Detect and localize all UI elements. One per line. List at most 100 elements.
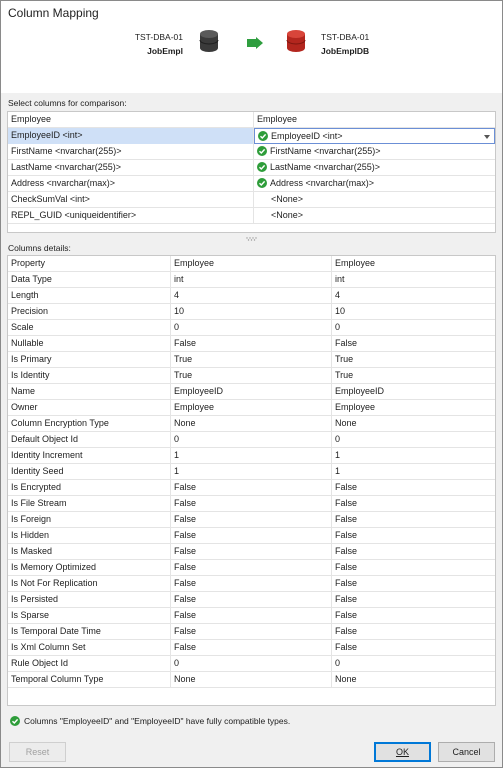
- property-name-cell: Rule Object Id: [8, 656, 171, 672]
- target-value-cell: True: [335, 370, 354, 380]
- property-name-cell: Is Hidden: [8, 528, 171, 544]
- splitter-grip[interactable]: [245, 237, 259, 241]
- property-name-cell: Temporal Column Type: [8, 672, 171, 688]
- details-row: Nullable False False: [8, 336, 495, 352]
- target-column-label: <None>: [271, 210, 304, 220]
- check-circle-icon: [257, 177, 267, 188]
- target-value-cell: 0: [335, 434, 341, 444]
- target-column-select[interactable]: <None>: [254, 192, 495, 208]
- source-column-cell[interactable]: CheckSumVal <int>: [8, 192, 254, 208]
- target-value-cell: 1: [335, 450, 341, 460]
- property-name-cell: Is Memory Optimized: [8, 560, 171, 576]
- arrow-right-icon: [247, 37, 263, 49]
- details-row: Is Not For Replication False False: [8, 576, 495, 592]
- details-row: Name EmployeeID EmployeeID: [8, 384, 495, 400]
- mapping-row[interactable]: CheckSumVal <int> <None>: [8, 192, 495, 208]
- details-row: Data Type int int: [8, 272, 495, 288]
- status-message: Columns "EmployeeID" and "EmployeeID" ha…: [10, 715, 290, 726]
- source-server: TST-DBA-01: [134, 32, 183, 42]
- details-row: Rule Object Id 0 0: [8, 656, 495, 672]
- mapping-row[interactable]: EmployeeID <int> EmployeeID <int>: [8, 128, 495, 144]
- details-row: Column Encryption Type None None: [8, 416, 495, 432]
- mapping-row[interactable]: LastName <nvarchar(255)> LastName <nvarch…: [8, 160, 495, 176]
- source-value-cell: False: [171, 512, 332, 528]
- property-name-cell: Length: [8, 288, 171, 304]
- details-row: Is Temporal Date Time False False: [8, 624, 495, 640]
- source-value-cell: 1: [171, 464, 332, 480]
- ok-button-label: OK: [395, 747, 409, 757]
- source-column-cell[interactable]: Address <nvarchar(max)>: [8, 176, 254, 192]
- source-value-cell: int: [171, 272, 332, 288]
- target-value-cell: 4: [335, 290, 341, 300]
- details-row: Is Identity True True: [8, 368, 495, 384]
- details-row: Identity Increment 1 1: [8, 448, 495, 464]
- target-column-label: Address <nvarchar(max)>: [270, 178, 375, 188]
- details-row: Length 4 4: [8, 288, 495, 304]
- source-column-cell[interactable]: LastName <nvarchar(255)>: [8, 160, 254, 176]
- property-name-cell: Is Temporal Date Time: [8, 624, 171, 640]
- cancel-button[interactable]: Cancel: [438, 742, 495, 762]
- target-value-cell: False: [335, 338, 358, 348]
- details-row: Is Hidden False False: [8, 528, 495, 544]
- ok-button[interactable]: OK: [374, 742, 431, 762]
- target-column-label: EmployeeID <int>: [271, 131, 343, 141]
- target-column-select[interactable]: LastName <nvarchar(255)>: [254, 160, 495, 176]
- target-column-select[interactable]: Address <nvarchar(max)>: [254, 176, 495, 192]
- details-row: Scale 0 0: [8, 320, 495, 336]
- target-value-cell: True: [335, 354, 354, 364]
- property-name-cell: Default Object Id: [8, 432, 171, 448]
- property-name-cell: Owner: [8, 400, 171, 416]
- details-row: Identity Seed 1 1: [8, 464, 495, 480]
- details-header-target: Employee: [335, 258, 376, 268]
- details-row: Is Persisted False False: [8, 592, 495, 608]
- source-value-cell: EmployeeID: [171, 384, 332, 400]
- target-value-cell: False: [335, 482, 358, 492]
- source-column-cell[interactable]: FirstName <nvarchar(255)>: [8, 144, 254, 160]
- chevron-down-icon[interactable]: [484, 135, 490, 139]
- window-title: Column Mapping: [8, 6, 99, 20]
- reset-button[interactable]: Reset: [9, 742, 66, 762]
- target-db-info: TST-DBA-01 JobEmplDB: [321, 30, 381, 58]
- target-column-select[interactable]: FirstName <nvarchar(255)>: [254, 144, 495, 160]
- property-name-cell: Is File Stream: [8, 496, 171, 512]
- target-value-cell: None: [335, 674, 357, 684]
- target-value-cell: 0: [335, 658, 341, 668]
- target-value-cell: False: [335, 530, 358, 540]
- details-section-label: Columns details:: [8, 243, 71, 253]
- details-row: Is Primary True True: [8, 352, 495, 368]
- source-column-cell[interactable]: EmployeeID <int>: [8, 128, 254, 144]
- source-value-cell: 1: [171, 448, 332, 464]
- property-name-cell: Is Masked: [8, 544, 171, 560]
- mapping-row[interactable]: FirstName <nvarchar(255)> FirstName <nvar…: [8, 144, 495, 160]
- source-value-cell: Employee: [171, 400, 332, 416]
- target-database: JobEmplDB: [321, 46, 370, 56]
- check-circle-icon: [257, 145, 267, 156]
- property-name-cell: Is Not For Replication: [8, 576, 171, 592]
- target-value-cell: False: [335, 626, 358, 636]
- cancel-button-label: Cancel: [452, 747, 481, 757]
- source-db-info: TST-DBA-01 JobEmpl: [121, 30, 183, 58]
- mapping-section-label: Select columns for comparison:: [8, 98, 127, 108]
- target-column-select[interactable]: EmployeeID <int>: [254, 128, 495, 144]
- source-column-cell[interactable]: REPL_GUID <uniqueidentifier>: [8, 208, 254, 224]
- details-row: Default Object Id 0 0: [8, 432, 495, 448]
- mapping-row[interactable]: REPL_GUID <uniqueidentifier> <None>: [8, 208, 495, 224]
- target-value-cell: False: [335, 610, 358, 620]
- column-mapping-grid: Employee Employee EmployeeID <int> Employ…: [7, 111, 496, 233]
- property-name-cell: Name: [8, 384, 171, 400]
- details-header-source: Employee: [171, 256, 332, 272]
- source-value-cell: False: [171, 480, 332, 496]
- check-circle-icon: [10, 715, 20, 726]
- details-row: Is Sparse False False: [8, 608, 495, 624]
- target-value-cell: False: [335, 578, 358, 588]
- source-value-cell: True: [171, 352, 332, 368]
- source-value-cell: False: [171, 560, 332, 576]
- source-value-cell: False: [171, 640, 332, 656]
- source-value-cell: 0: [171, 320, 332, 336]
- target-column-select[interactable]: <None>: [254, 208, 495, 224]
- property-name-cell: Is Persisted: [8, 592, 171, 608]
- target-value-cell: False: [335, 642, 358, 652]
- mapping-row[interactable]: Address <nvarchar(max)> Address <nvarchar…: [8, 176, 495, 192]
- property-name-cell: Identity Seed: [8, 464, 171, 480]
- source-value-cell: 0: [171, 432, 332, 448]
